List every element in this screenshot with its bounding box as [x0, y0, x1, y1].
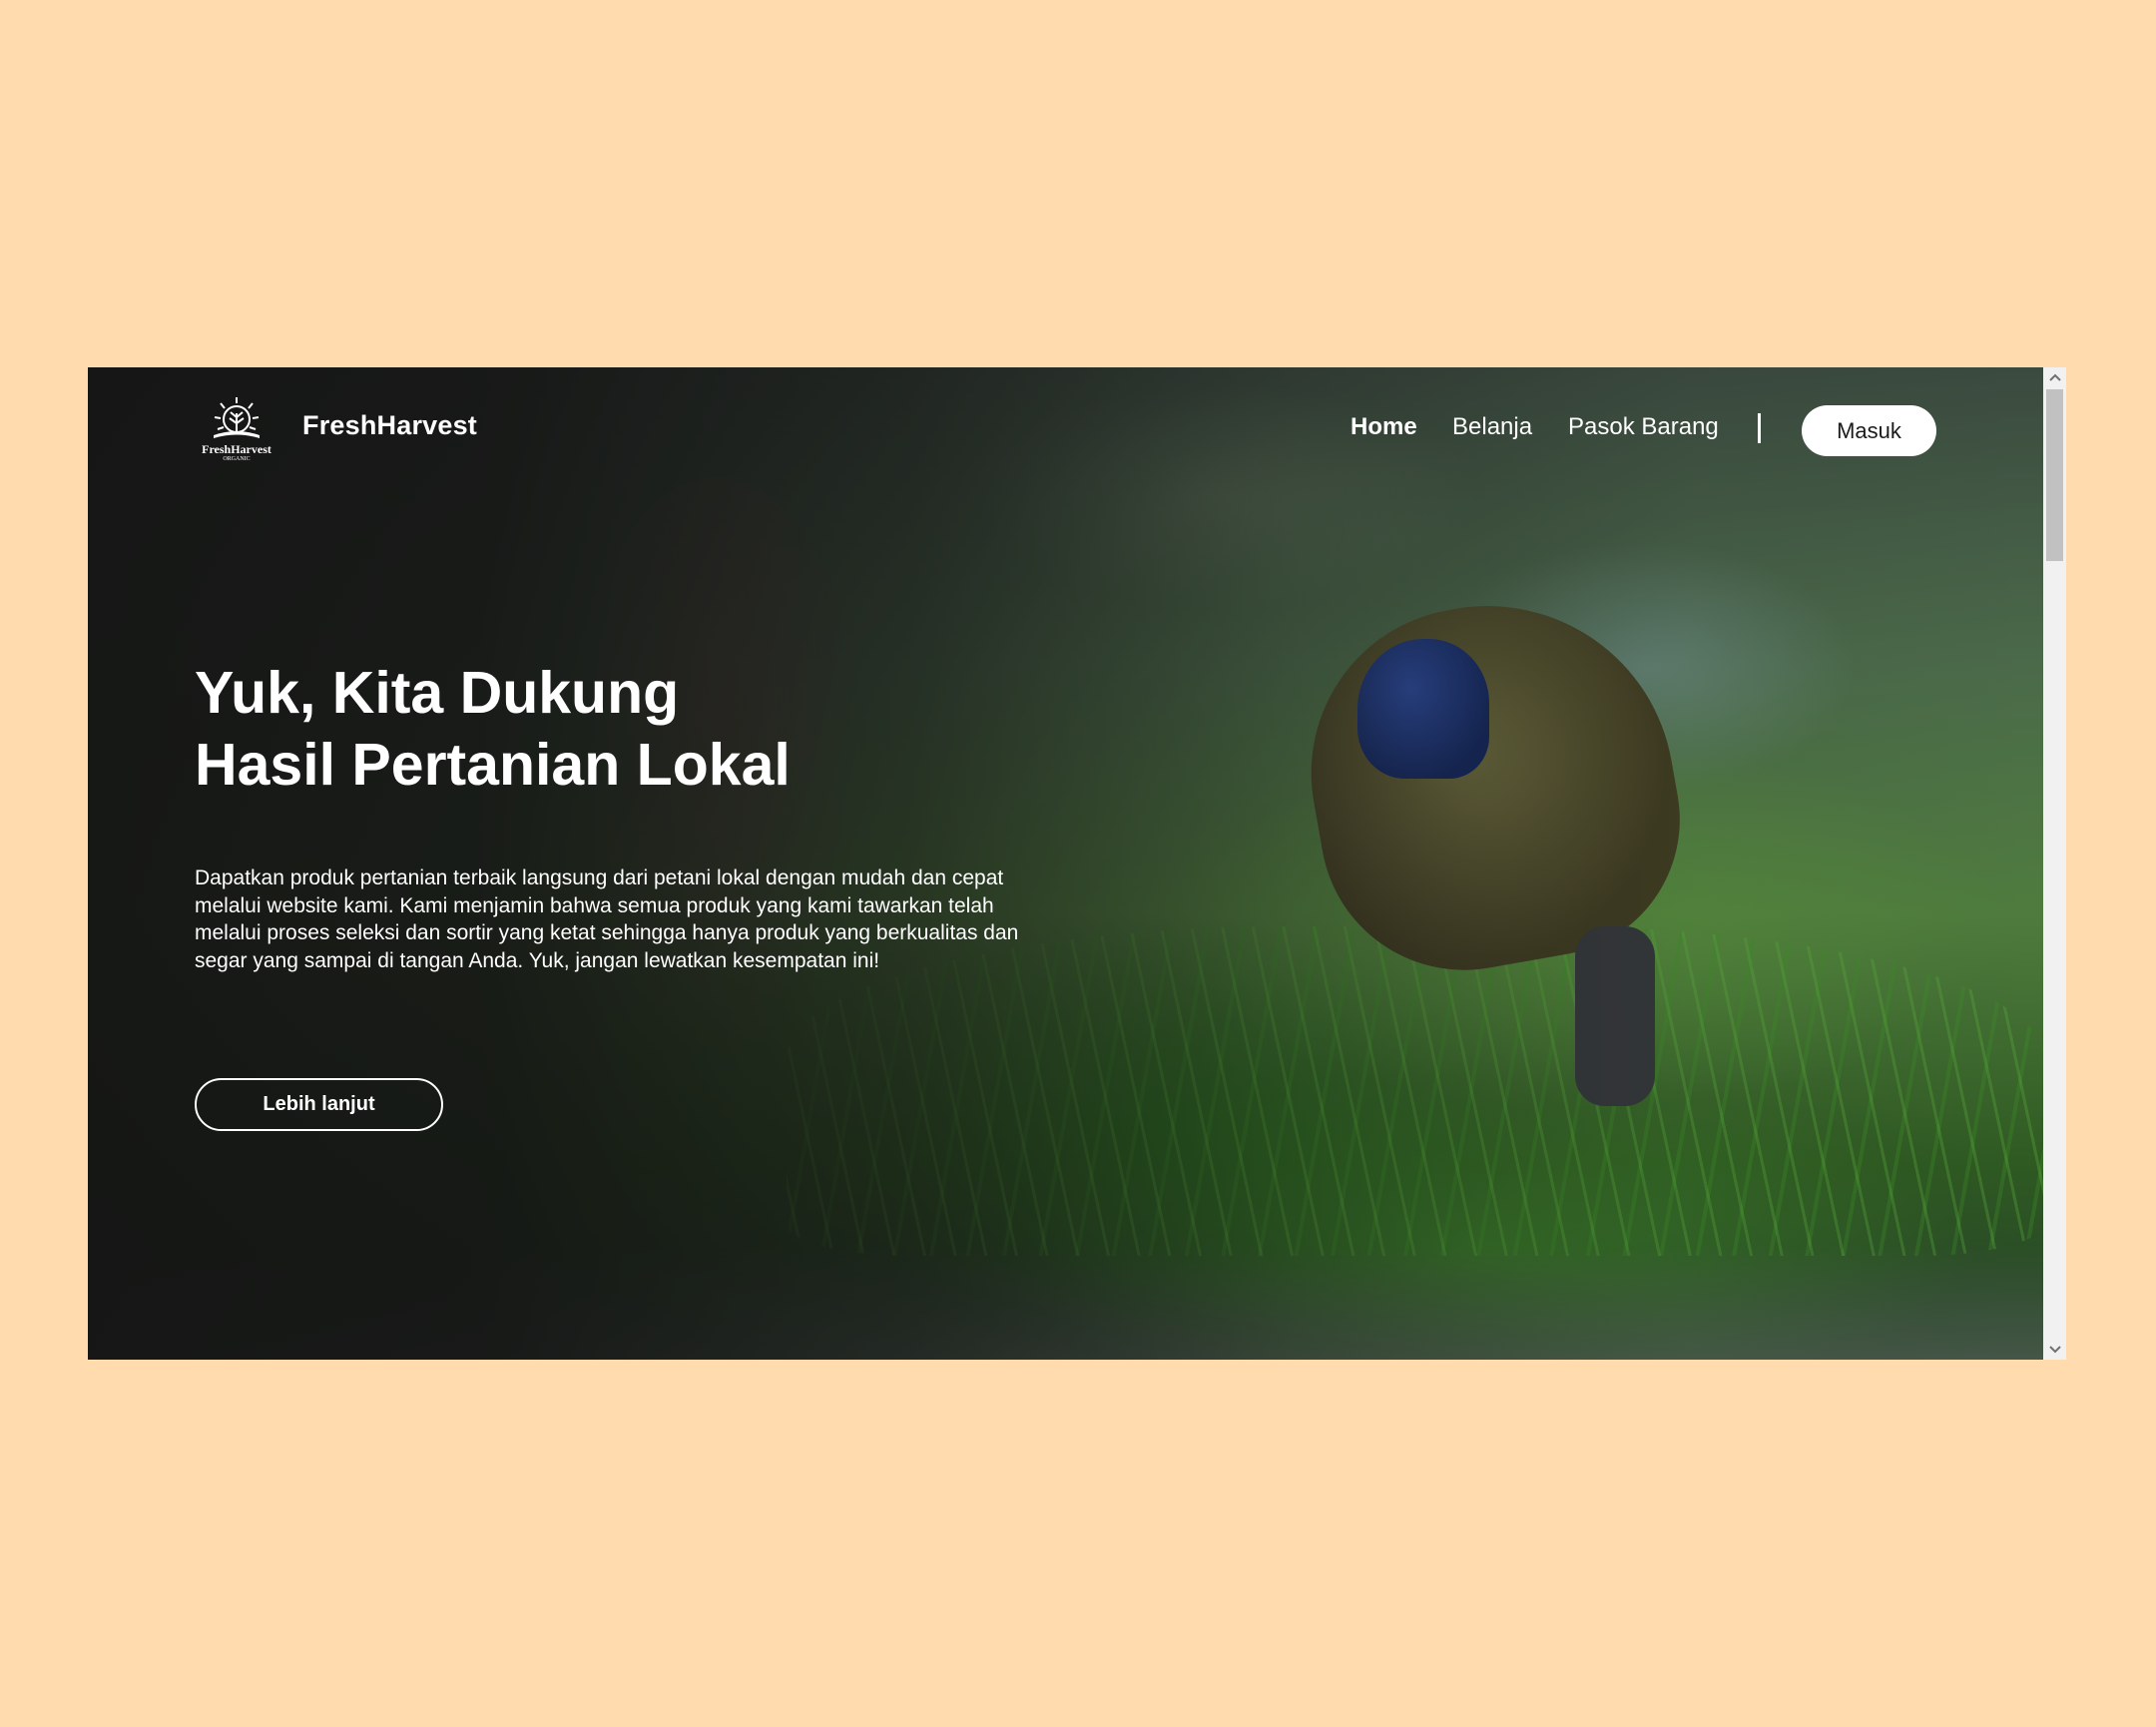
hero-title: Yuk, Kita Dukung Hasil Pertanian Lokal	[195, 657, 993, 801]
vertical-scrollbar[interactable]	[2043, 367, 2066, 1360]
browser-window: FreshHarvest ORGANIC FreshHarvest Home B…	[88, 367, 2066, 1360]
navbar: FreshHarvest ORGANIC FreshHarvest Home B…	[88, 367, 2043, 497]
hero-dark-overlay	[88, 367, 2043, 1360]
login-button[interactable]: Masuk	[1802, 405, 1936, 456]
scrollbar-thumb[interactable]	[2046, 389, 2063, 561]
page-viewport: FreshHarvest ORGANIC FreshHarvest Home B…	[88, 367, 2043, 1360]
hero-title-line-2: Hasil Pertanian Lokal	[195, 732, 791, 798]
chevron-down-icon[interactable]	[2043, 1340, 2066, 1360]
chevron-up-icon[interactable]	[2043, 367, 2066, 387]
nav-link-home[interactable]: Home	[1350, 413, 1417, 441]
nav-link-pasok-barang[interactable]: Pasok Barang	[1568, 413, 1719, 441]
hero-title-line-1: Yuk, Kita Dukung	[195, 660, 680, 726]
brand-name[interactable]: FreshHarvest	[302, 410, 477, 441]
learn-more-button[interactable]: Lebih lanjut	[195, 1078, 443, 1131]
sun-wheat-logo-icon[interactable]: FreshHarvest ORGANIC	[194, 393, 279, 465]
hero-description: Dapatkan produk pertanian terbaik langsu…	[195, 866, 1019, 972]
nav-link-belanja[interactable]: Belanja	[1452, 413, 1532, 441]
logo-subtext: ORGANIC	[223, 456, 251, 462]
logo-wordmark: FreshHarvest	[202, 442, 271, 456]
nav-divider	[1758, 413, 1761, 443]
